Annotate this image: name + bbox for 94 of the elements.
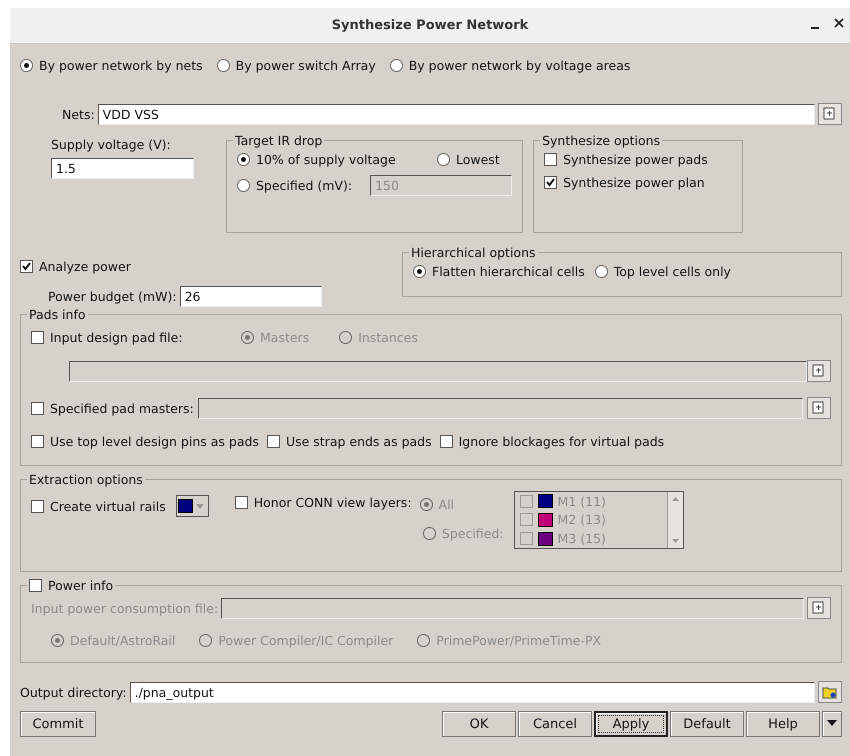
group-title: Pads info xyxy=(29,307,86,322)
browse-button[interactable] xyxy=(818,103,842,125)
browse-button[interactable] xyxy=(807,360,831,382)
group-title: Synthesize options xyxy=(542,133,660,148)
layer-name: M2 (13) xyxy=(558,512,606,528)
checkbox[interactable] xyxy=(31,435,44,448)
radio-label: 10% of supply voltage xyxy=(256,152,396,167)
supply-voltage-field[interactable]: 1.5 xyxy=(51,158,194,179)
radio-label: Instances xyxy=(358,330,418,345)
dialog-button[interactable]: Help xyxy=(746,711,820,737)
checkbox-label: Honor CONN view layers: xyxy=(254,495,412,510)
browse-button[interactable] xyxy=(807,397,831,419)
window-title: Synthesize Power Network xyxy=(332,18,528,33)
checkbox[interactable] xyxy=(31,500,44,512)
checkbox[interactable] xyxy=(234,496,248,509)
radio-label: Top level cells only xyxy=(614,264,731,279)
checkbox[interactable] xyxy=(440,435,453,448)
radio-label: Specified: xyxy=(442,526,504,541)
group-title: Extraction options xyxy=(29,472,143,487)
checkbox-label: Analyze power xyxy=(39,259,131,274)
checkbox[interactable] xyxy=(520,513,533,526)
dialog-button[interactable]: Default xyxy=(670,711,744,737)
radio-button[interactable] xyxy=(594,265,608,278)
checkbox-label: Create virtual rails xyxy=(50,498,166,514)
checkbox[interactable] xyxy=(20,260,33,273)
radio-label: All xyxy=(438,497,454,512)
caret-icon xyxy=(826,718,838,728)
checkbox-label: Power info xyxy=(48,578,114,593)
dialog-button[interactable]: OK xyxy=(442,711,516,737)
radio-label: Flatten hierarchical cells xyxy=(432,264,585,279)
radio-button[interactable] xyxy=(237,153,250,166)
radio-label: Specified (mV): xyxy=(256,178,352,193)
radio-button[interactable] xyxy=(339,331,352,344)
checkbox[interactable] xyxy=(520,532,533,546)
close-icon[interactable] xyxy=(834,18,844,28)
layer-color-dropdown[interactable] xyxy=(176,495,209,517)
group-title: Hierarchical options xyxy=(411,245,536,260)
checkbox-label: Use top level design pins as pads xyxy=(50,434,259,449)
radio-button[interactable] xyxy=(51,634,64,647)
nets-field[interactable]: VDD VSS xyxy=(98,104,815,124)
radio-label: Lowest xyxy=(456,152,500,167)
checkbox[interactable] xyxy=(520,494,533,508)
radio-button[interactable] xyxy=(437,153,450,166)
dialog-button[interactable]: Cancel xyxy=(518,711,592,737)
radio-label: By power network by voltage areas xyxy=(408,58,630,73)
more-button[interactable] xyxy=(822,711,842,737)
dialog-button[interactable]: Apply xyxy=(594,711,668,737)
browse-icon xyxy=(812,601,826,615)
radio-label: Power Compiler/IC Compiler xyxy=(218,633,394,648)
checkbox[interactable] xyxy=(29,579,42,592)
folder-icon xyxy=(822,685,838,699)
checkbox[interactable] xyxy=(544,153,558,166)
browse-icon xyxy=(812,364,826,378)
checkbox[interactable] xyxy=(544,176,558,189)
output-directory-field[interactable]: ./pna_output xyxy=(130,682,815,702)
layer-name: M3 (15) xyxy=(558,531,606,546)
checkbox[interactable] xyxy=(266,435,280,448)
layer-swatch xyxy=(178,499,193,513)
checkbox-label: Ignore blockages for virtual pads xyxy=(458,434,664,449)
radio-label: PrimePower/PrimeTime-PX xyxy=(436,633,602,648)
radio-button[interactable] xyxy=(422,527,436,540)
radio-button[interactable] xyxy=(20,59,33,72)
radio-button[interactable] xyxy=(413,265,426,278)
checkbox-label: Synthesize power pads xyxy=(563,152,708,167)
browse-icon xyxy=(812,401,826,415)
power-budget-label: Power budget (mW): xyxy=(48,289,177,304)
checkbox-label: Synthesize power plan xyxy=(563,175,705,190)
radio-button[interactable] xyxy=(237,179,250,192)
radio-label: Default/AstroRail xyxy=(70,633,176,648)
dialog-button[interactable]: Commit xyxy=(20,711,96,737)
power-file-label: Input power consumption file: xyxy=(31,600,218,616)
power-budget-field[interactable]: 26 xyxy=(180,286,322,307)
checkbox[interactable] xyxy=(31,402,44,414)
layer-name: M1 (11) xyxy=(558,494,606,509)
radio-button[interactable] xyxy=(199,634,212,647)
checkbox-label: Input design pad file: xyxy=(50,330,183,345)
radio-button[interactable] xyxy=(390,59,403,72)
browse-button[interactable] xyxy=(807,597,831,619)
browse-icon xyxy=(823,107,837,121)
output-directory-label: Output directory: xyxy=(20,684,127,700)
radio-button[interactable] xyxy=(241,331,254,344)
nets-label: Nets: xyxy=(62,106,95,122)
radio-button[interactable] xyxy=(417,634,430,647)
group-title: Target IR drop xyxy=(235,133,322,148)
radio-label: Masters xyxy=(260,330,310,345)
radio-button[interactable] xyxy=(420,498,433,511)
folder-button[interactable] xyxy=(818,681,842,703)
checkbox-label: Specified pad masters: xyxy=(50,400,194,416)
radio-label: By power network by nets xyxy=(39,58,203,73)
radio-label: By power switch Array xyxy=(236,58,376,73)
checkbox[interactable] xyxy=(31,331,44,344)
supply-voltage-label: Supply voltage (V): xyxy=(51,137,172,152)
radio-button[interactable] xyxy=(216,59,230,72)
checkbox-label: Use strap ends as pads xyxy=(286,434,432,449)
